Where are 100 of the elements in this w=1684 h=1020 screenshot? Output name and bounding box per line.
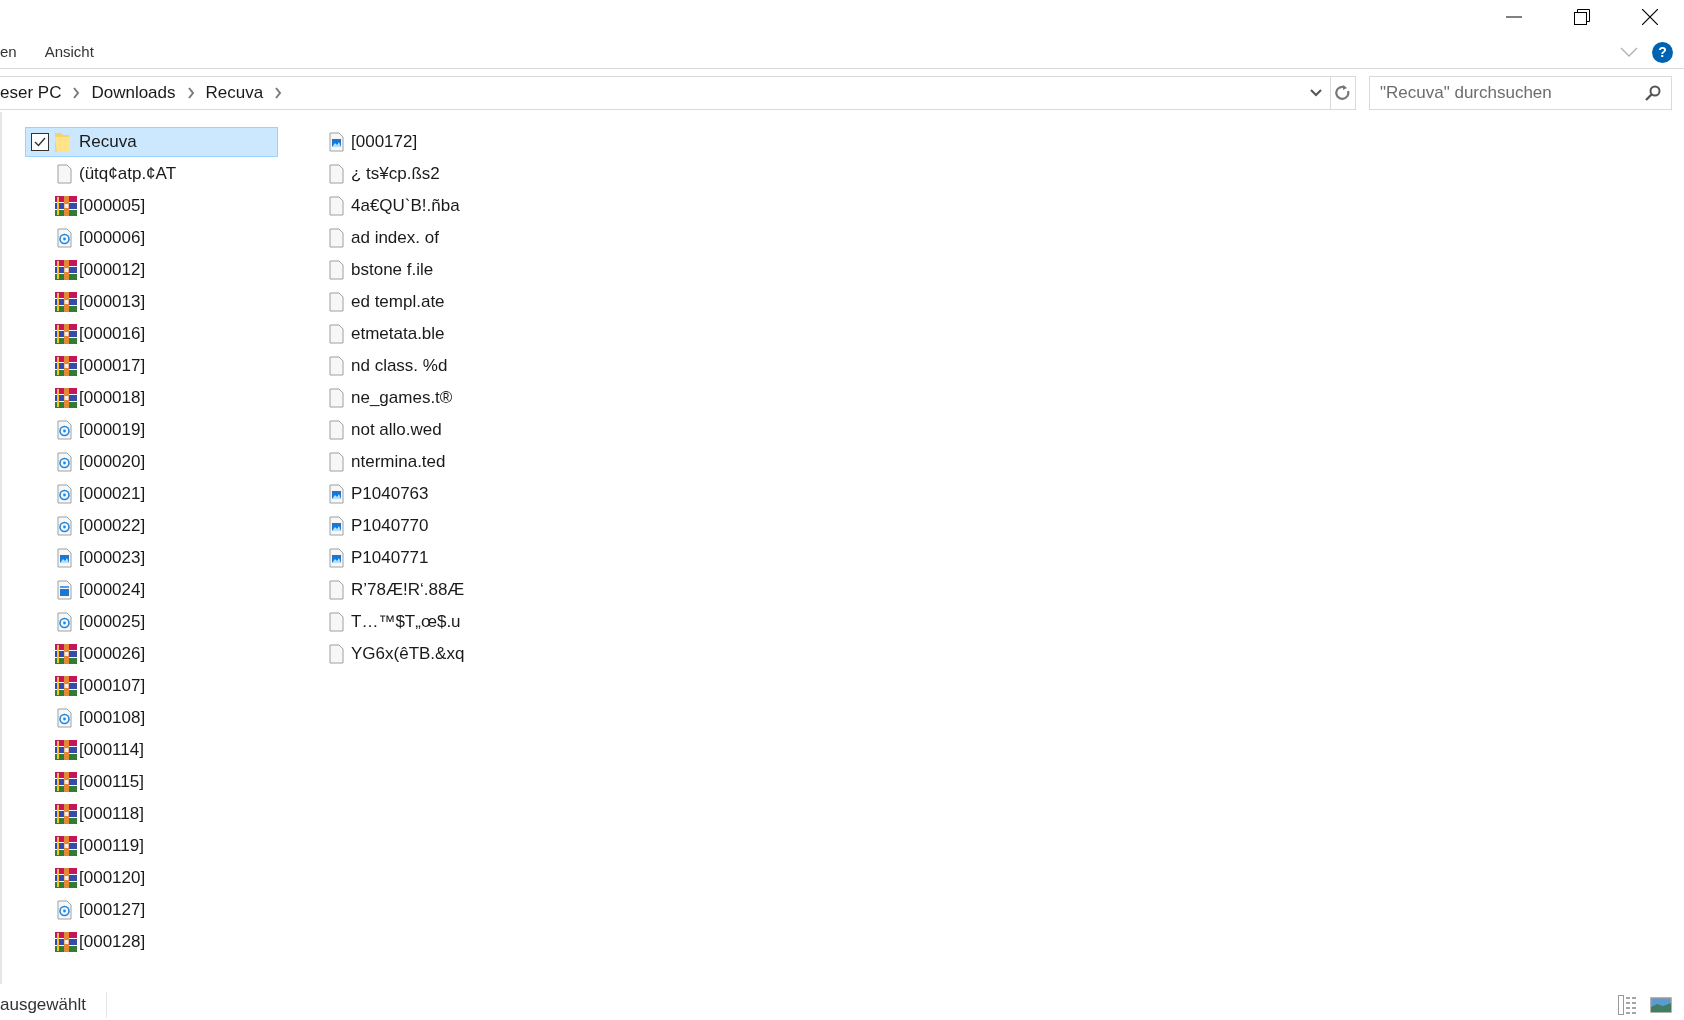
video-file-icon [55, 580, 75, 600]
file-item[interactable]: etmetata.ble [297, 319, 550, 349]
file-item[interactable]: ne_games.t® [297, 383, 550, 413]
file-item[interactable]: [000018] [25, 383, 278, 413]
close-icon [1642, 9, 1658, 25]
file-item[interactable]: bstone f.ile [297, 255, 550, 285]
file-item[interactable]: [000019] [25, 415, 278, 445]
file-item[interactable]: [000025] [25, 607, 278, 637]
file-name: [000019] [79, 419, 146, 442]
archive-icon [55, 932, 77, 952]
archive-icon [55, 836, 77, 856]
blank-file-icon [327, 292, 347, 312]
file-item[interactable]: [000108] [25, 703, 278, 733]
archive-icon [55, 388, 77, 408]
file-item[interactable]: [000119] [25, 831, 278, 861]
file-name: [000016] [79, 323, 146, 346]
file-name: [000128] [79, 931, 146, 954]
file-item[interactable]: [000118] [25, 799, 278, 829]
file-item[interactable]: [000115] [25, 767, 278, 797]
ribbon-tab[interactable]: en [0, 40, 45, 64]
blank-file-icon [327, 388, 347, 408]
file-item[interactable]: Recuva [25, 127, 278, 157]
disc-file-icon [55, 420, 75, 440]
file-name: not allo.wed [351, 419, 442, 442]
file-name: P1040770 [351, 515, 429, 538]
archive-icon [55, 260, 77, 280]
breadcrumb-item[interactable]: Recuva [205, 80, 264, 106]
file-item[interactable]: ¿ ts¥cp.ßs2 [297, 159, 550, 189]
file-name: [000108] [79, 707, 146, 730]
ribbon-tab[interactable]: Ansicht [44, 40, 122, 64]
file-name: [000005] [79, 195, 146, 218]
file-name: [000023] [79, 547, 146, 570]
file-item[interactable]: P1040770 [297, 511, 550, 541]
details-view-icon[interactable] [1618, 995, 1638, 1015]
checkbox[interactable] [31, 133, 49, 151]
file-name: [000114] [79, 739, 144, 762]
file-name: [000021] [79, 483, 146, 506]
file-item[interactable]: ed templ.ate [297, 287, 550, 317]
file-item[interactable]: [000021] [25, 479, 278, 509]
archive-icon [55, 772, 77, 792]
file-item[interactable]: ad index. of [297, 223, 550, 253]
file-name: [000107] [79, 675, 146, 698]
help-button[interactable]: ? [1652, 41, 1673, 63]
file-item[interactable]: T…™$T„œ$.u [297, 607, 550, 637]
disc-file-icon [55, 228, 75, 248]
chevron-down-icon[interactable] [1620, 47, 1638, 57]
file-name: [000118] [79, 803, 144, 826]
search-field[interactable]: "Recuva" durchsuchen [1369, 76, 1672, 110]
thumbnail-view-icon[interactable] [1650, 997, 1672, 1013]
file-item[interactable]: [000026] [25, 639, 278, 669]
file-item[interactable]: 4a€QU`B!.ñba [297, 191, 550, 221]
breadcrumb-item[interactable]: eser PC [0, 80, 62, 106]
file-name: T…™$T„œ$.u [351, 611, 461, 634]
refresh-icon[interactable] [1335, 84, 1351, 102]
file-item[interactable]: [000005] [25, 191, 278, 221]
disc-file-icon [55, 484, 75, 504]
file-item[interactable]: R’78Æ!R‘.88Æ [297, 575, 550, 605]
file-name: [000012] [79, 259, 146, 282]
file-item[interactable]: [000107] [25, 671, 278, 701]
blank-file-icon [327, 228, 347, 248]
file-name: ed templ.ate [351, 291, 445, 314]
image-file-icon [327, 484, 347, 504]
blank-file-icon [327, 260, 347, 280]
file-item[interactable]: [000022] [25, 511, 278, 541]
file-item[interactable]: [000114] [25, 735, 278, 765]
file-item[interactable]: ntermina.ted [297, 447, 550, 477]
file-name: [000013] [79, 291, 146, 314]
file-item[interactable]: YG6x(êTB.&xq [297, 639, 550, 669]
file-item[interactable]: [000023] [25, 543, 278, 573]
image-file-icon [327, 132, 347, 152]
dropdown-caret-icon[interactable] [1310, 89, 1322, 97]
file-name: etmetata.ble [351, 323, 445, 346]
file-item[interactable]: [000020] [25, 447, 278, 477]
file-item[interactable]: [000012] [25, 255, 278, 285]
file-name: nd class. %d [351, 355, 448, 378]
file-item[interactable]: [000172] [297, 127, 550, 157]
file-name: P1040763 [351, 483, 429, 506]
archive-icon [55, 676, 77, 696]
address-bar[interactable]: eser PC Downloads Recuva [0, 76, 1356, 110]
archive-icon [55, 324, 77, 344]
file-name: 4a€QU`B!.ñba [351, 195, 460, 218]
file-item[interactable]: nd class. %d [297, 351, 550, 381]
breadcrumb-item[interactable]: Downloads [91, 80, 176, 106]
file-item[interactable]: [000016] [25, 319, 278, 349]
file-item[interactable]: [000120] [25, 863, 278, 893]
file-item[interactable]: [000127] [25, 895, 278, 925]
blank-file-icon [327, 420, 347, 440]
file-item[interactable]: [000128] [25, 927, 278, 957]
file-name: [000172] [351, 131, 418, 154]
image-file-icon [55, 548, 75, 568]
file-item[interactable]: not allo.wed [297, 415, 550, 445]
file-item[interactable]: P1040771 [297, 543, 550, 573]
file-item[interactable]: [000017] [25, 351, 278, 381]
archive-icon [55, 356, 77, 376]
file-item[interactable]: [000006] [25, 223, 278, 253]
file-item[interactable]: [000013] [25, 287, 278, 317]
file-item[interactable]: [000024] [25, 575, 278, 605]
file-item[interactable]: P1040763 [297, 479, 550, 509]
file-item[interactable]: (ütq¢atp.¢AT [25, 159, 278, 189]
file-name: [000119] [79, 835, 144, 858]
